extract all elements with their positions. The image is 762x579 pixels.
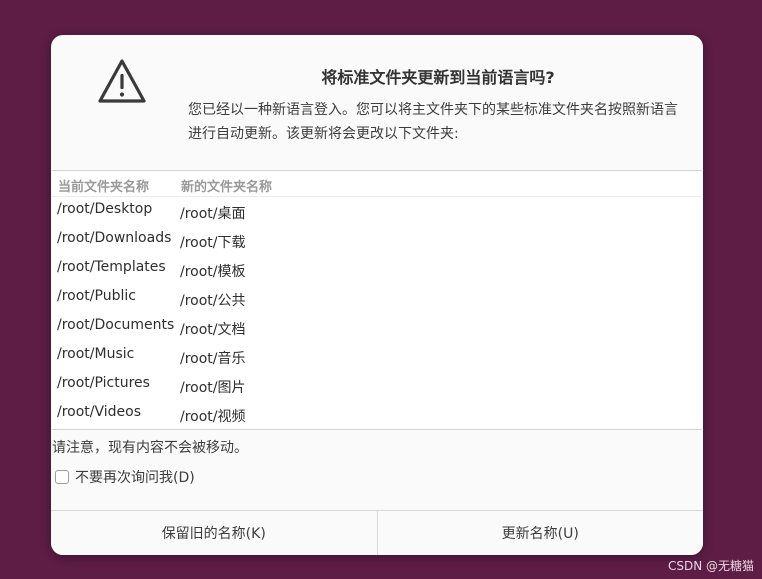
new-folder-cell: /root/模板 [180,264,246,280]
new-folder-cell: /root/公共 [180,293,246,309]
current-folder-cell: /root/Downloads [57,230,172,246]
dialog-button-bar: 保留旧的名称(K) 更新名称(U) [51,510,703,555]
column-header-current[interactable]: 当前文件夹名称 [58,176,149,195]
new-folder-cell: /root/桌面 [180,206,246,222]
table-row[interactable]: /root/Documents /root/文档 [52,317,702,346]
notice-text: 请注意，现有内容不会被移动。 [52,440,248,456]
current-folder-cell: /root/Videos [57,404,142,420]
keep-old-names-button[interactable]: 保留旧的名称(K) [51,511,378,555]
current-folder-cell: /root/Public [57,288,136,304]
column-header-new[interactable]: 新的文件夹名称 [181,176,272,195]
table-row[interactable]: /root/Templates /root/模板 [52,259,702,288]
dont-ask-again-option[interactable]: 不要再次询问我(D) [55,468,195,486]
current-folder-cell: /root/Templates [57,259,166,275]
table-row[interactable]: /root/Desktop /root/桌面 [52,201,702,230]
dialog-title: 将标准文件夹更新到当前语言吗? [321,68,555,87]
new-folder-cell: /root/音乐 [180,351,246,367]
watermark: CSDN @无糖猫 [667,559,754,573]
current-folder-cell: /root/Pictures [57,375,150,391]
table-row[interactable]: /root/Videos /root/视频 [52,404,702,433]
folder-table: 当前文件夹名称 新的文件夹名称 /root/Desktop /root/桌面 /… [52,170,702,430]
table-row[interactable]: /root/Music /root/音乐 [52,346,702,375]
dont-ask-again-checkbox[interactable] [55,470,69,484]
header-divider [52,196,702,197]
update-folders-dialog: 将标准文件夹更新到当前语言吗? 您已经以一种新语言登入。您可以将主文件夹下的某些… [51,35,703,555]
new-folder-cell: /root/文档 [180,322,246,338]
current-folder-cell: /root/Documents [57,317,175,333]
update-names-button[interactable]: 更新名称(U) [377,511,703,555]
new-folder-cell: /root/下载 [180,235,246,251]
new-folder-cell: /root/视频 [180,409,246,425]
warning-triangle-icon [98,59,146,103]
current-folder-cell: /root/Music [57,346,135,362]
dialog-message: 您已经以一种新语言登入。您可以将主文件夹下的某些标准文件夹名按照新语言进行自动更… [188,102,678,142]
table-row[interactable]: /root/Downloads /root/下载 [52,230,702,259]
new-folder-cell: /root/图片 [180,380,246,396]
dont-ask-again-label[interactable]: 不要再次询问我(D) [75,467,195,487]
table-row[interactable]: /root/Public /root/公共 [52,288,702,317]
current-folder-cell: /root/Desktop [57,201,153,217]
folder-rows: /root/Desktop /root/桌面 /root/Downloads /… [52,201,702,433]
table-row[interactable]: /root/Pictures /root/图片 [52,375,702,404]
